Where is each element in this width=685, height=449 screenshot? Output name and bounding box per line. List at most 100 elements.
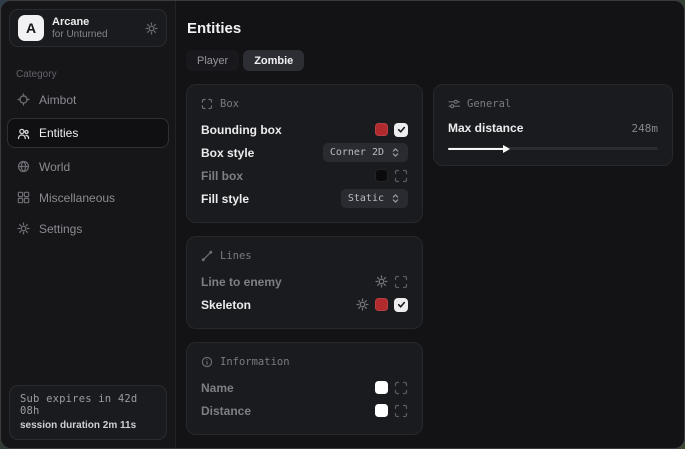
setting-row-fill-style: Fill style Static xyxy=(201,187,408,210)
line-icon xyxy=(201,250,213,262)
app-header-card: A Arcane for Unturned xyxy=(9,9,167,47)
setting-row-bounding-box: Bounding box xyxy=(201,118,408,141)
subscription-card: Sub expires in 42d 08h session duration … xyxy=(9,385,167,440)
row-controls: Corner 2D xyxy=(323,143,408,162)
setting-row-skeleton: Skeleton xyxy=(201,293,408,316)
setting-label: Line to enemy xyxy=(201,275,282,289)
sliders-icon xyxy=(448,98,460,110)
sidebar-item-label: World xyxy=(39,160,70,174)
setting-row-fill-box: Fill box xyxy=(201,164,408,187)
app-window: A Arcane for Unturned Category Aimbot Ent… xyxy=(0,0,685,449)
crosshair-icon xyxy=(17,93,30,106)
sidebar-item-label: Entities xyxy=(39,126,78,140)
tab-zombie[interactable]: Zombie xyxy=(243,50,304,71)
row-controls xyxy=(375,381,408,395)
checkbox-fill-box[interactable] xyxy=(394,169,408,183)
sidebar-item-settings[interactable]: Settings xyxy=(7,214,169,243)
setting-row-line-to-enemy: Line to enemy xyxy=(201,270,408,293)
setting-label: Distance xyxy=(201,404,251,418)
checkbox-skeleton[interactable] xyxy=(394,298,408,312)
row-controls xyxy=(375,275,408,289)
page-title: Entities xyxy=(187,20,673,37)
category-label: Category xyxy=(16,69,175,80)
box-corners-icon xyxy=(201,98,213,110)
checkbox-distance[interactable] xyxy=(394,404,408,418)
checkbox-bounding-box[interactable] xyxy=(394,123,408,137)
general-card-title: General xyxy=(467,98,511,110)
tab-player[interactable]: Player xyxy=(186,50,239,71)
corner-frame-icon xyxy=(394,404,408,418)
setting-row-distance: Distance xyxy=(201,399,408,422)
card-title: Information xyxy=(220,356,290,368)
general-card: General Max distance 248m xyxy=(433,84,673,166)
setting-label: Box style xyxy=(201,146,254,160)
setting-label: Fill style xyxy=(201,192,249,206)
app-subtitle: for Unturned xyxy=(52,29,108,41)
card-header: Box xyxy=(201,98,408,110)
setting-label: Fill box xyxy=(201,169,243,183)
content-area: Box Bounding box Box style Corner 2D Fill bo… xyxy=(186,84,673,435)
row-controls xyxy=(375,169,408,183)
corner-frame-icon xyxy=(394,169,408,183)
main-panel: Entities PlayerZombie BoxBounding boxBox… xyxy=(176,1,685,448)
grid-icon xyxy=(17,191,30,204)
color-swatch[interactable] xyxy=(375,381,388,394)
row-controls xyxy=(375,123,408,137)
entity-tabs: PlayerZombie xyxy=(186,50,673,71)
session-duration-text: session duration 2m 11s xyxy=(20,420,156,431)
row-controls xyxy=(375,404,408,418)
slider-thumb-icon[interactable] xyxy=(503,145,510,153)
setting-label: Name xyxy=(201,381,234,395)
color-swatch[interactable] xyxy=(375,123,388,136)
unfold-icon xyxy=(390,193,401,204)
gear-icon[interactable] xyxy=(356,298,369,311)
sidebar-item-entities[interactable]: Entities xyxy=(7,118,169,148)
row-controls: Static xyxy=(341,189,408,208)
sidebar-nav: Aimbot Entities World MiscellaneousSettings xyxy=(1,85,175,243)
setting-label: Skeleton xyxy=(201,298,251,312)
general-card-header: General xyxy=(448,98,658,110)
setting-row-name: Name xyxy=(201,376,408,399)
box-card: Box Bounding box Box style Corner 2D Fill bo… xyxy=(186,84,423,223)
gear-icon xyxy=(17,222,30,235)
gear-icon[interactable] xyxy=(145,22,158,35)
card-header: Information xyxy=(201,356,408,368)
card-title: Box xyxy=(220,98,239,110)
card-title: Lines xyxy=(220,250,252,262)
max-distance-value: 248m xyxy=(632,122,659,135)
corner-frame-icon xyxy=(394,381,408,395)
sidebar-item-miscellaneous[interactable]: Miscellaneous xyxy=(7,183,169,212)
sub-expires-text: Sub expires in 42d 08h xyxy=(20,393,156,417)
settings-cards-column: Box Bounding box Box style Corner 2D Fill bo… xyxy=(186,84,423,435)
color-swatch[interactable] xyxy=(375,298,388,311)
sidebar-item-world[interactable]: World xyxy=(7,152,169,181)
setting-row-box-style: Box style Corner 2D xyxy=(201,141,408,164)
checkbox-line-to-enemy[interactable] xyxy=(394,275,408,289)
color-swatch[interactable] xyxy=(375,169,388,182)
max-distance-label: Max distance xyxy=(448,121,523,135)
select-value: Corner 2D xyxy=(330,147,384,158)
right-column: General Max distance 248m xyxy=(433,84,673,166)
select-value: Static xyxy=(348,193,384,204)
app-name: Arcane xyxy=(52,16,108,29)
unfold-icon xyxy=(390,147,401,158)
app-title-block: Arcane for Unturned xyxy=(52,16,108,40)
select-box-style[interactable]: Corner 2D xyxy=(323,143,408,162)
entities-icon xyxy=(17,127,30,140)
sidebar-item-label: Aimbot xyxy=(39,93,76,107)
lines-card: Lines Line to enemy Skeleton xyxy=(186,236,423,329)
checkbox-name[interactable] xyxy=(394,381,408,395)
check-icon xyxy=(396,299,407,310)
slider-fill xyxy=(448,148,505,150)
select-fill-style[interactable]: Static xyxy=(341,189,408,208)
max-distance-row: Max distance 248m xyxy=(448,118,658,138)
sidebar-item-aimbot[interactable]: Aimbot xyxy=(7,85,169,114)
color-swatch[interactable] xyxy=(375,404,388,417)
max-distance-slider[interactable] xyxy=(448,144,658,153)
globe-icon xyxy=(17,160,30,173)
info-icon xyxy=(201,356,213,368)
card-header: Lines xyxy=(201,250,408,262)
app-logo: A xyxy=(18,15,44,41)
sidebar: A Arcane for Unturned Category Aimbot Ent… xyxy=(1,1,176,448)
gear-icon[interactable] xyxy=(375,275,388,288)
